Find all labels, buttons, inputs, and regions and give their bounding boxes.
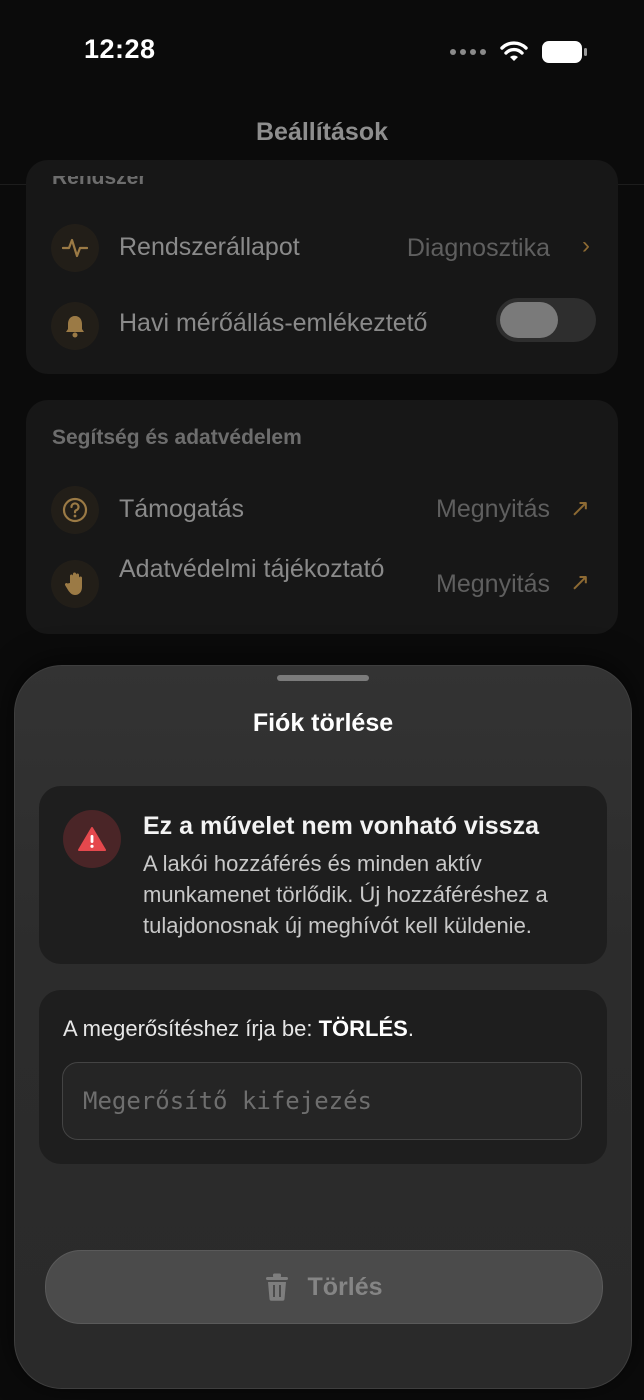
status-bar: 12:28 bbox=[0, 0, 644, 100]
row-label: Adatvédelmi tájékoztató bbox=[119, 555, 385, 583]
warning-title: Ez a művelet nem vonható vissza bbox=[143, 812, 539, 840]
warning-text: A lakói hozzáférés és minden aktív munka… bbox=[143, 851, 548, 938]
reminder-toggle[interactable] bbox=[496, 298, 596, 342]
sheet-grabber[interactable] bbox=[277, 675, 369, 681]
system-section-header: Rendszer bbox=[52, 166, 147, 189]
question-circle-icon bbox=[51, 486, 99, 534]
confirm-keyword: TÖRLÉS bbox=[318, 1016, 408, 1041]
delete-button[interactable]: Törlés bbox=[45, 1250, 603, 1324]
help-privacy-section: Segítség és adatvédelem Támogatás Megnyi… bbox=[26, 400, 618, 634]
status-icons bbox=[450, 40, 588, 64]
external-link-arrow-icon: ↗ bbox=[569, 495, 590, 522]
row-label: Havi mérőállás-emlékeztető bbox=[119, 309, 428, 337]
pulse-icon bbox=[51, 224, 99, 272]
status-time: 12:28 bbox=[84, 34, 156, 64]
system-section: Rendszer Rendszerállapot Diagnosztika › … bbox=[26, 160, 618, 374]
row-value: Megnyitás bbox=[436, 570, 550, 598]
row-label: Támogatás bbox=[119, 495, 245, 523]
confirm-label: A megerősítéshez írja be: TÖRLÉS. bbox=[63, 1016, 414, 1042]
trash-icon bbox=[266, 1273, 289, 1301]
confirm-phrase-input[interactable] bbox=[62, 1062, 582, 1140]
sheet-title: Fiók törlése bbox=[252, 709, 394, 737]
delete-button-label: Törlés bbox=[307, 1272, 383, 1301]
bell-icon bbox=[51, 302, 99, 350]
warning-triangle-icon bbox=[63, 810, 121, 868]
row-support[interactable]: Támogatás Megnyitás ↗ bbox=[26, 476, 618, 546]
wifi-icon bbox=[500, 41, 528, 61]
row-privacy-policy[interactable]: Adatvédelmi tájékoztató Megnyitás ↗ bbox=[26, 550, 618, 620]
confirm-label-suffix: . bbox=[407, 1016, 414, 1041]
warning-card: Ez a művelet nem vonható vissza A lakói … bbox=[39, 786, 607, 964]
help-section-header: Segítség és adatvédelem bbox=[52, 426, 302, 449]
confirm-card: A megerősítéshez írja be: TÖRLÉS. bbox=[39, 990, 607, 1164]
row-value: Megnyitás bbox=[436, 495, 550, 523]
page-title: Beállítások bbox=[255, 118, 388, 146]
confirm-label-prefix: A megerősítéshez írja be: bbox=[63, 1016, 319, 1041]
row-label: Rendszerállapot bbox=[119, 233, 300, 261]
external-link-arrow-icon: ↗ bbox=[569, 569, 590, 596]
row-value: Diagnosztika bbox=[406, 234, 550, 262]
chevron-right-icon: › bbox=[582, 232, 590, 259]
hand-icon bbox=[51, 560, 99, 608]
toggle-knob bbox=[500, 302, 558, 338]
cellular-dots-icon bbox=[450, 49, 486, 55]
row-monthly-reminder: Havi mérőállás-emlékeztető bbox=[26, 292, 618, 362]
delete-account-sheet: Fiók törlése Ez a művelet nem vonható vi… bbox=[14, 665, 632, 1389]
row-system-status[interactable]: Rendszerállapot Diagnosztika › bbox=[26, 214, 618, 284]
battery-icon bbox=[542, 41, 587, 63]
